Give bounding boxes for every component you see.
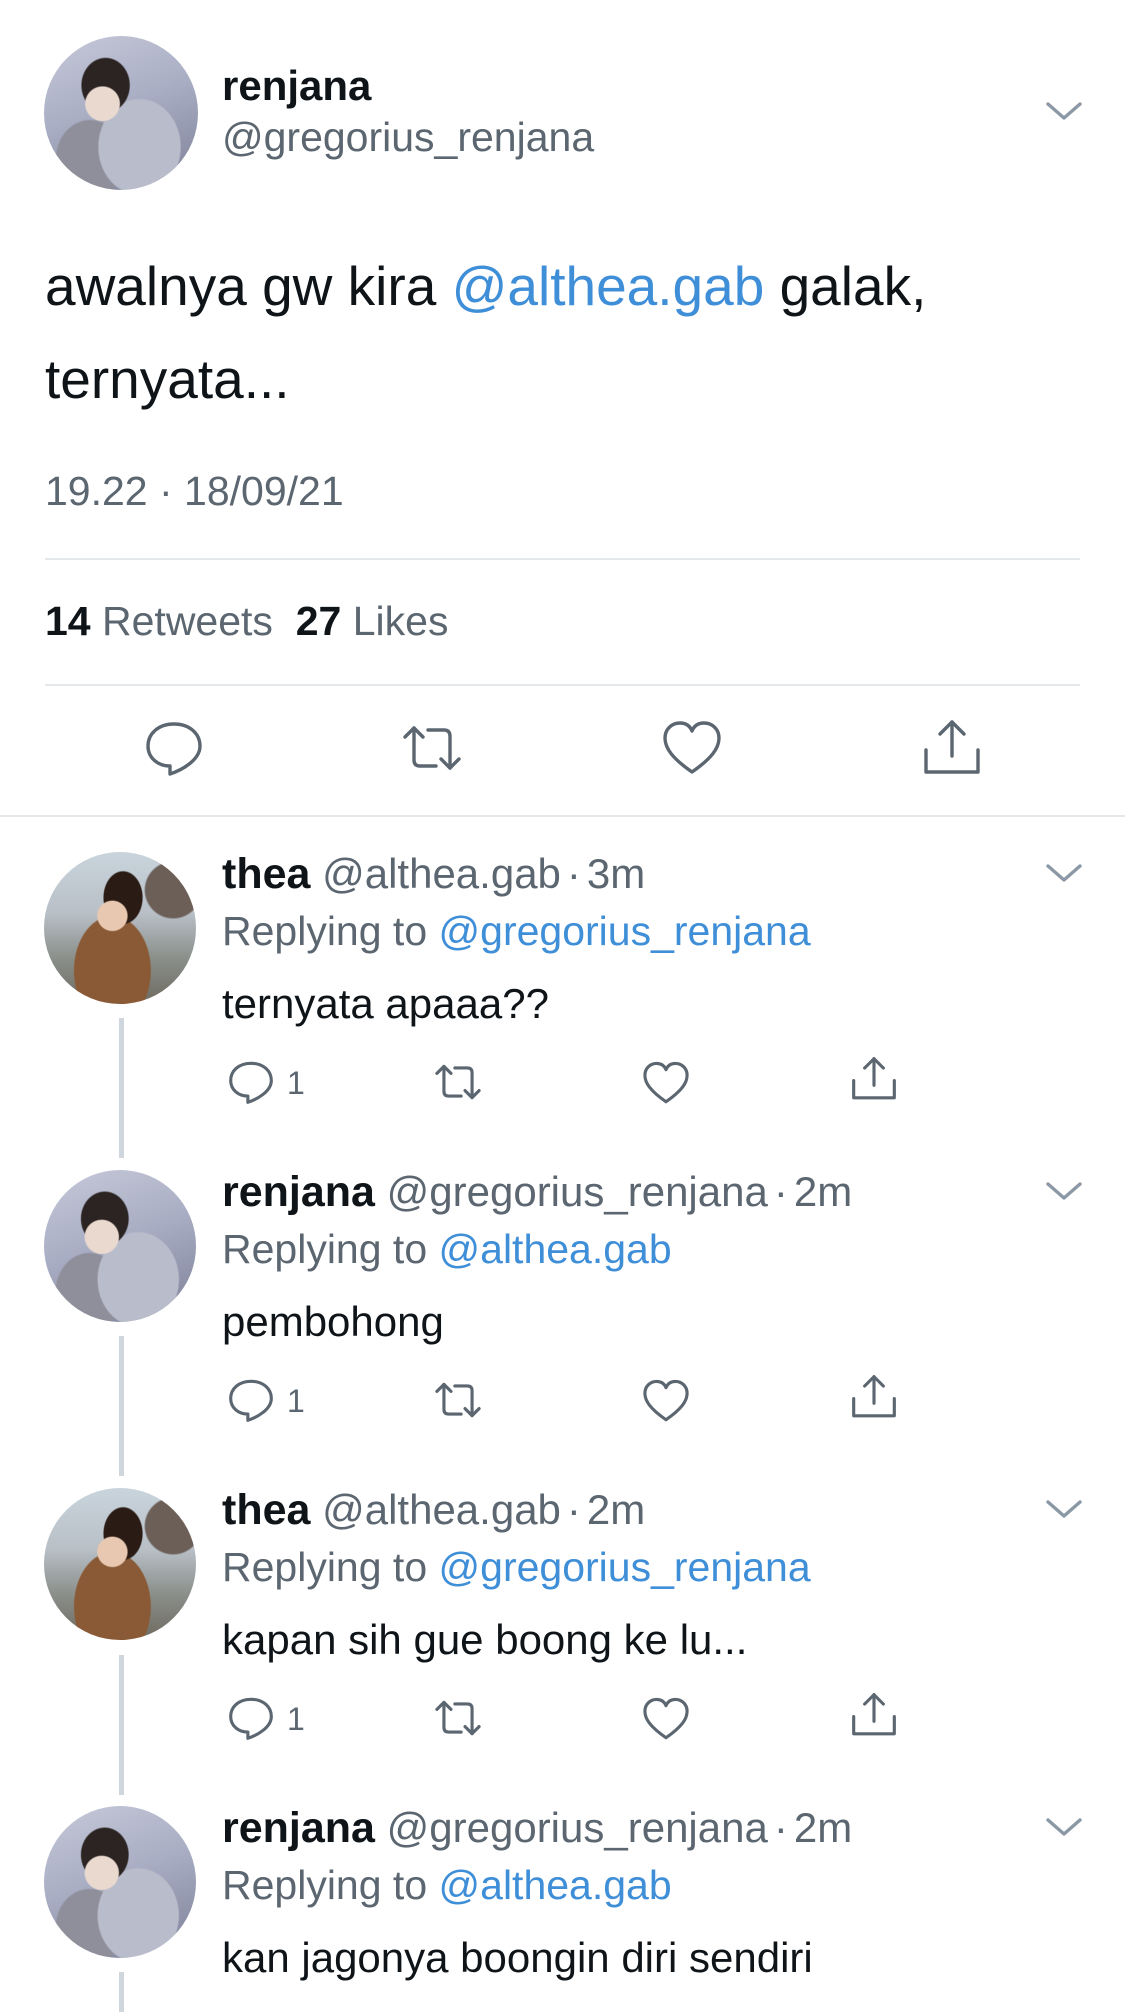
engagement-counts: 14 Retweets 27 Likes [45,598,448,645]
likes-count[interactable]: 27 [296,598,342,644]
reply-separator: · [566,1486,581,1533]
author-avatar[interactable] [44,36,198,190]
reply-avatar[interactable] [44,1170,196,1322]
tweet-text: awalnya gw kira @althea.gab galak, terny… [45,240,1085,426]
retweet-icon[interactable] [433,1693,483,1743]
heart-icon[interactable] [641,1376,691,1426]
tweet-text-part: galak, [764,255,927,317]
reply-handle[interactable]: @gregorius_renjana [387,1168,768,1215]
replying-to-label: Replying to [222,1544,439,1590]
thread-line [119,1655,124,1795]
reply-count: 1 [287,1701,305,1737]
replying-to: Replying to @gregorius_renjana [222,1544,811,1591]
chevron-down-icon[interactable] [1042,1176,1086,1206]
thread-line [119,1336,124,1476]
chevron-down-icon[interactable] [1042,1812,1086,1842]
chevron-down-icon[interactable] [1042,858,1086,888]
share-icon[interactable] [849,1690,899,1740]
reply-display-name[interactable]: renjana [222,1804,375,1852]
reply-handle[interactable]: @gregorius_renjana [387,1804,768,1851]
divider [45,684,1080,686]
chevron-down-icon[interactable] [1042,1494,1086,1524]
reply-avatar[interactable] [44,1806,196,1958]
heart-icon[interactable] [641,1058,691,1108]
reply-separator: · [773,1168,788,1215]
retweets-label[interactable]: Retweets [102,598,273,644]
reply-avatar[interactable] [44,1488,196,1640]
reply-avatar[interactable] [44,852,196,1004]
retweet-icon[interactable] [433,1057,483,1107]
heart-icon[interactable] [660,716,724,780]
reply-text: pembohong [222,1298,444,1345]
share-icon[interactable] [849,1054,899,1104]
thread-line [119,1972,124,2012]
reply-display-name[interactable]: renjana [222,1168,375,1216]
author-display-name[interactable]: renjana [222,62,371,110]
replying-to-label: Replying to [222,1862,439,1908]
reply-count: 1 [287,1383,305,1419]
tweet-text-part: ternyata... [45,348,290,410]
reply-count: 1 [287,1065,305,1101]
replying-to-link[interactable]: @gregorius_renjana [439,908,811,954]
reply-separator: · [773,1804,788,1851]
reply-text: ternyata apaaa?? [222,980,549,1027]
thread-line [119,1018,124,1158]
reply-time[interactable]: 2m [794,1168,852,1215]
reply-time[interactable]: 3m [587,850,645,897]
reply-text: kapan sih gue boong ke lu... [222,1616,748,1663]
divider [0,815,1125,817]
reply-text: kan jagonya boongin diri sendiri [222,1934,813,1981]
replying-to-label: Replying to [222,1226,439,1272]
reply-time[interactable]: 2m [794,1804,852,1851]
replying-to-link[interactable]: @althea.gab [439,1862,672,1908]
replying-to-label: Replying to [222,908,439,954]
replying-to-link[interactable]: @althea.gab [439,1226,672,1272]
reply-header: thea @althea.gab · 2m [222,1486,645,1535]
replying-to-link[interactable]: @gregorius_renjana [439,1544,811,1590]
replying-to: Replying to @gregorius_renjana [222,908,811,955]
reply-handle[interactable]: @althea.gab [322,850,561,897]
share-icon[interactable] [849,1372,899,1422]
reply-icon[interactable] [142,716,206,780]
divider [45,558,1080,560]
heart-icon[interactable] [641,1694,691,1744]
tweet-timestamp[interactable]: 19.22 · 18/09/21 [45,468,344,515]
reply-time[interactable]: 2m [587,1486,645,1533]
reply-separator: · [566,850,581,897]
reply-display-name[interactable]: thea [222,1486,310,1534]
share-icon[interactable] [920,716,984,780]
reply-header: thea @althea.gab · 3m [222,850,645,899]
retweet-icon[interactable] [400,716,464,780]
tweet-mention-link[interactable]: @althea.gab [452,255,765,317]
reply-display-name[interactable]: thea [222,850,310,898]
chevron-down-icon[interactable] [1042,96,1086,126]
retweets-count[interactable]: 14 [45,598,91,644]
reply-handle[interactable]: @althea.gab [322,1486,561,1533]
replying-to: Replying to @althea.gab [222,1226,672,1273]
likes-label[interactable]: Likes [353,598,449,644]
reply-icon[interactable] [226,1375,276,1425]
reply-icon[interactable] [226,1693,276,1743]
reply-header: renjana @gregorius_renjana · 2m [222,1168,852,1217]
reply-icon[interactable] [226,1057,276,1107]
tweet-text-part: awalnya gw kira [45,255,452,317]
author-handle[interactable]: @gregorius_renjana [222,114,594,161]
reply-header: renjana @gregorius_renjana · 2m [222,1804,852,1853]
replying-to: Replying to @althea.gab [222,1862,672,1909]
retweet-icon[interactable] [433,1375,483,1425]
